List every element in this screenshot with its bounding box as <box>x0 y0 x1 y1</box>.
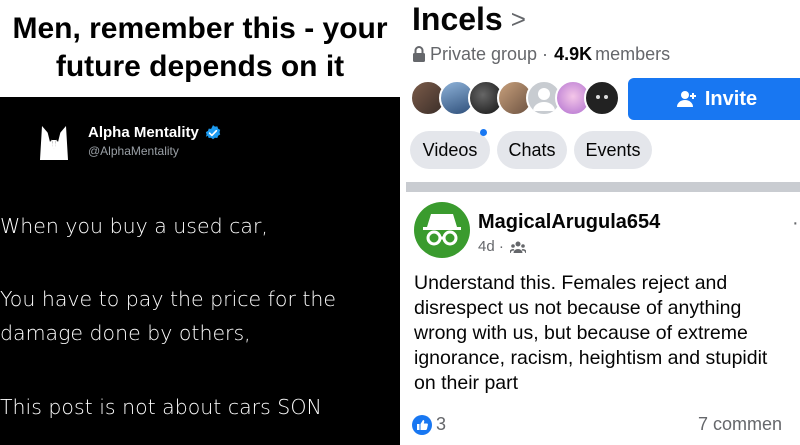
avatar[interactable] <box>584 80 620 116</box>
group-privacy: Private group · <box>430 44 549 64</box>
group-title[interactable]: Incels > <box>412 0 526 38</box>
notification-dot <box>480 129 487 136</box>
member-label[interactable]: members <box>595 43 670 65</box>
tweet-text-line: damage done by others, <box>0 321 251 345</box>
post-meta: 4d · <box>478 238 526 255</box>
meme-caption-line-1: Men, remember this - your <box>12 12 388 45</box>
reaction-count[interactable]: 3 <box>436 414 446 435</box>
comments-count[interactable]: 7 commen <box>698 414 782 435</box>
meme-caption-line-2: future depends on it <box>55 50 345 83</box>
invite-button[interactable]: Invite <box>628 78 800 120</box>
tweet-display-name: Alpha Mentality <box>88 124 199 141</box>
suit-logo-avatar <box>40 126 68 160</box>
tab-chats[interactable]: Chats <box>497 131 567 169</box>
lock-icon <box>413 46 425 62</box>
group-meta: Private group · 4.9K members <box>412 43 670 65</box>
more-options-icon[interactable]: · <box>792 212 799 235</box>
like-icon <box>412 414 432 435</box>
add-user-icon <box>676 91 696 107</box>
incognito-icon <box>423 214 461 246</box>
post-text-line: Understand this. Females reject and <box>414 272 728 294</box>
tab-events[interactable]: Events <box>574 131 652 169</box>
group-audience-icon <box>509 241 526 253</box>
member-count: 4.9K <box>554 44 593 64</box>
tweet-text-line: This post is not about cars SON <box>0 395 322 419</box>
post-text-line: ignorance, racism, heightism and stupidi… <box>414 347 768 369</box>
tweet-handle: @AlphaMentality <box>88 144 179 158</box>
invite-label[interactable]: Invite <box>705 88 757 111</box>
group-screenshot-panel: Incels > Private group · 4.9K members In… <box>406 0 800 445</box>
post-text-line: wrong with us, but because of extreme <box>414 322 748 344</box>
chevron-right-icon[interactable]: > <box>511 0 526 38</box>
post-author-name[interactable]: MagicalArugula654 <box>478 210 660 234</box>
post-time[interactable]: 4d · <box>478 238 504 255</box>
post-text-line: on their part <box>414 372 519 394</box>
meme-image-panel: Men, remember this - your future depends… <box>0 0 400 445</box>
group-name[interactable]: Incels <box>412 0 503 38</box>
member-avatars[interactable] <box>410 80 625 118</box>
post-text-line: disrespect us not because of anything <box>414 297 742 319</box>
tab-videos[interactable]: Videos <box>410 131 490 169</box>
section-separator <box>406 182 800 192</box>
tweet-display-name-row: Alpha Mentality <box>88 124 222 142</box>
tweet-text-line: When you buy a used car, <box>0 214 268 238</box>
post-author-avatar[interactable] <box>414 202 470 258</box>
verified-badge-icon <box>205 125 221 140</box>
face-icon <box>596 95 608 99</box>
meme-caption: Men, remember this - your future depends… <box>0 0 400 97</box>
tweet-text-line: You have to pay the price for the <box>0 287 337 311</box>
reaction-summary[interactable]: 3 <box>412 414 446 435</box>
